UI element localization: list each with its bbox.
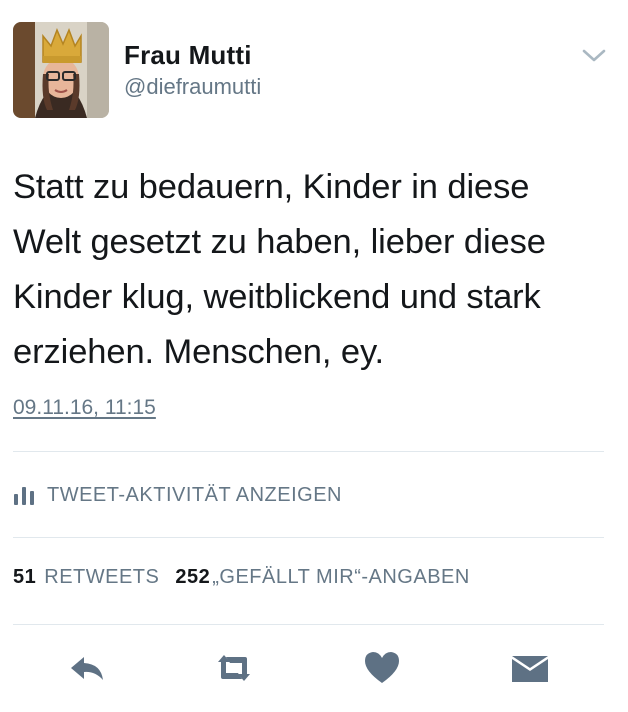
divider bbox=[13, 624, 604, 625]
heart-icon[interactable] bbox=[362, 648, 402, 688]
retweets-label: RETWEETS bbox=[44, 566, 160, 588]
retweets-count: 51 bbox=[13, 566, 37, 588]
reply-icon[interactable] bbox=[67, 648, 107, 688]
tweet-stats: 51 RETWEETS 252 „GEFÄLLT MIR“-ANGABEN bbox=[13, 566, 470, 589]
tweet-timestamp[interactable]: 09.11.16, 11:15 bbox=[13, 396, 156, 420]
tweet-activity-label: TWEET-AKTIVITÄT ANZEIGEN bbox=[47, 483, 342, 506]
mail-icon[interactable] bbox=[510, 648, 550, 688]
user-handle[interactable]: @diefraumutti bbox=[124, 74, 261, 100]
retweets-stat[interactable]: 51 RETWEETS bbox=[13, 566, 159, 589]
divider bbox=[13, 537, 604, 538]
tweet-line: Statt zu bedauern, Kinder in diese bbox=[13, 168, 530, 206]
tweet-line: Welt gesetzt zu haben, lieber diese bbox=[13, 223, 546, 261]
bar-chart-icon bbox=[14, 487, 34, 505]
tweet-line: erziehen. Menschen, ey. bbox=[13, 333, 385, 371]
likes-label: „GEFÄLLT MIR“-ANGABEN bbox=[212, 566, 470, 588]
tweet-line: Kinder klug, weitblickend und stark bbox=[13, 278, 541, 316]
chevron-down-icon[interactable] bbox=[581, 45, 607, 65]
avatar[interactable] bbox=[13, 22, 109, 118]
divider bbox=[13, 451, 604, 452]
tweet-text: Statt zu bedauern, Kinder in diese Welt … bbox=[13, 160, 613, 380]
tweet-activity-link[interactable]: TWEET-AKTIVITÄT ANZEIGEN bbox=[13, 480, 342, 510]
avatar-photo bbox=[13, 22, 109, 118]
likes-stat[interactable]: 252 „GEFÄLLT MIR“-ANGABEN bbox=[175, 566, 469, 589]
retweet-icon[interactable] bbox=[214, 648, 254, 688]
likes-count: 252 bbox=[175, 566, 211, 588]
tweet-actions bbox=[0, 640, 628, 696]
user-name[interactable]: Frau Mutti bbox=[124, 40, 252, 71]
